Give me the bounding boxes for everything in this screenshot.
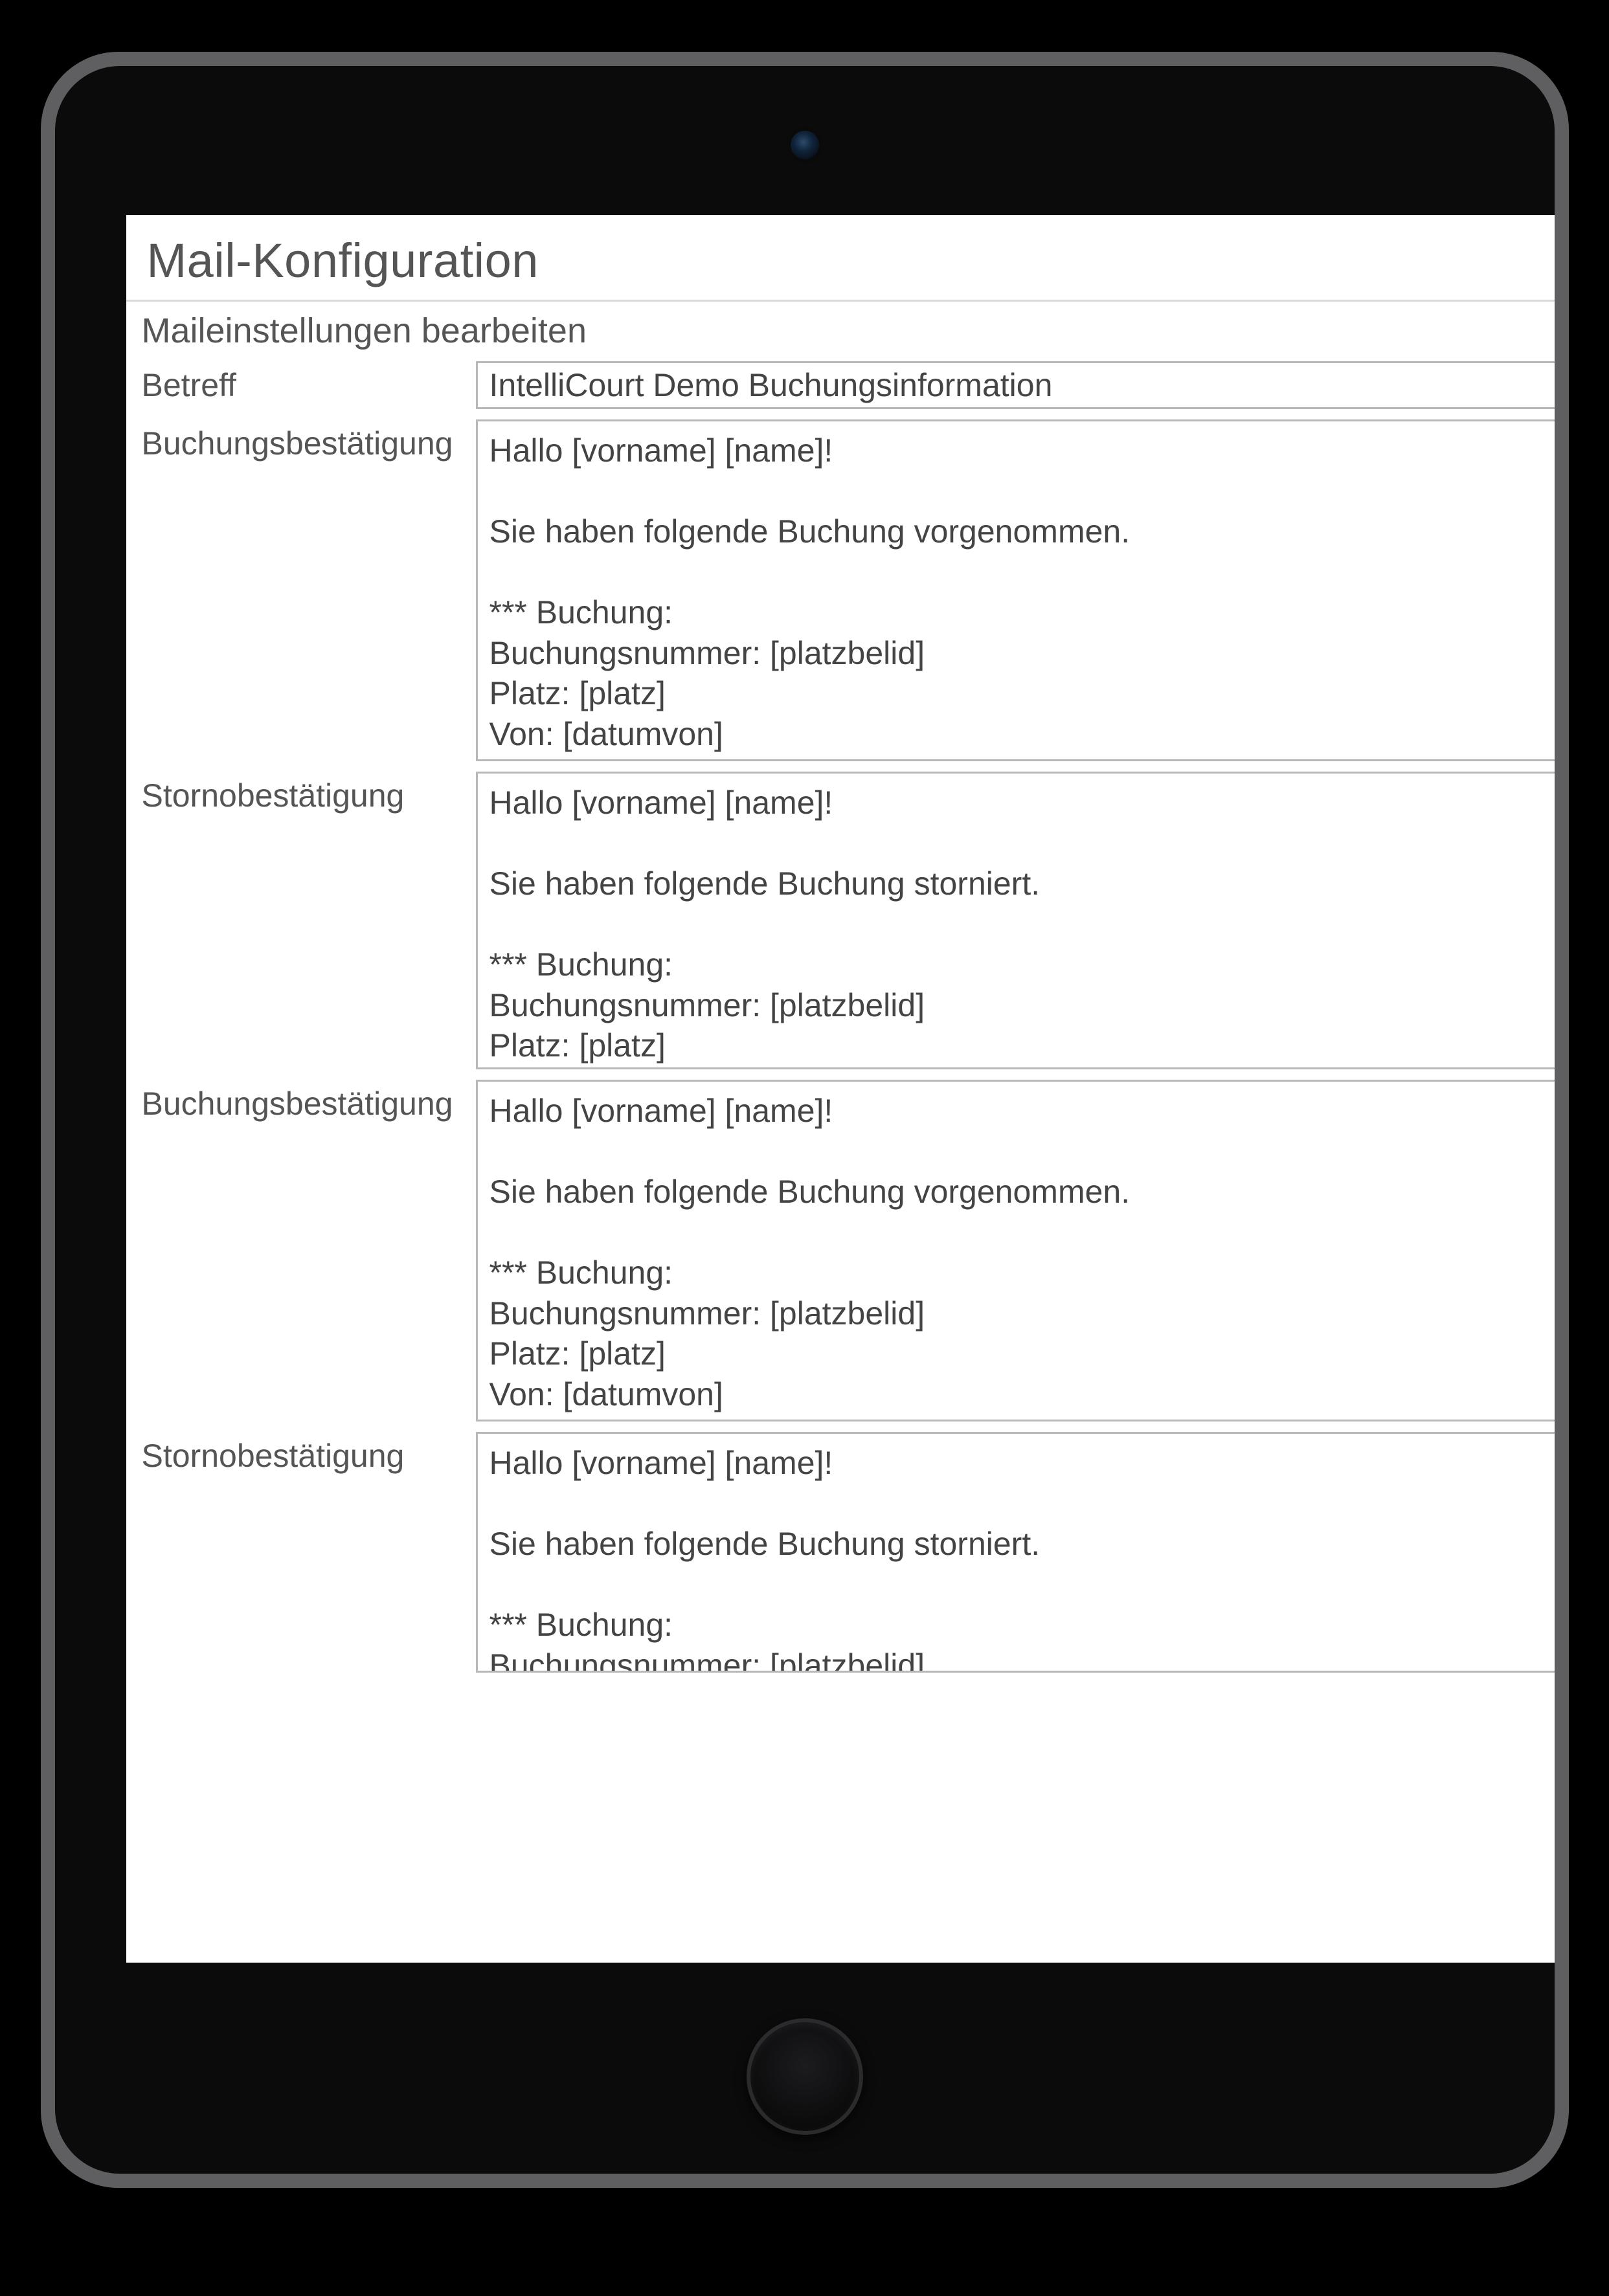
buchungsbestaetigung-textarea-2[interactable] [476,1080,1555,1421]
buchungsbestaetigung-label-2: Buchungsbestätigung [126,1075,476,1427]
tablet-bezel: Mail-Konfiguration Maileinstellungen bea… [55,66,1555,2174]
home-button[interactable] [747,2018,863,2135]
section-subtitle: Maileinstellungen bearbeiten [126,302,1555,356]
page-title: Mail-Konfiguration [126,215,1555,302]
stornobestaetigung-label-2: Stornobestätigung [126,1427,476,1678]
buchungsbestaetigung-textarea-1[interactable] [476,419,1555,761]
stage: Mail-Konfiguration Maileinstellungen bea… [0,26,1609,2296]
betreff-input[interactable] [476,361,1555,409]
fields-table: Betreff Buchungsbestätigung [126,356,1555,1678]
buchungsbestaetigung-label-1: Buchungsbestätigung [126,414,476,766]
betreff-label: Betreff [126,356,476,414]
stornobestaetigung-label-1: Stornobestätigung [126,766,476,1075]
front-camera-icon [791,131,819,159]
mail-config-panel: Mail-Konfiguration Maileinstellungen bea… [126,215,1555,1678]
tablet-frame: Mail-Konfiguration Maileinstellungen bea… [41,52,1569,2188]
screen: Mail-Konfiguration Maileinstellungen bea… [126,215,1555,1963]
stornobestaetigung-textarea-2[interactable] [476,1432,1555,1673]
stornobestaetigung-textarea-1[interactable] [476,772,1555,1069]
